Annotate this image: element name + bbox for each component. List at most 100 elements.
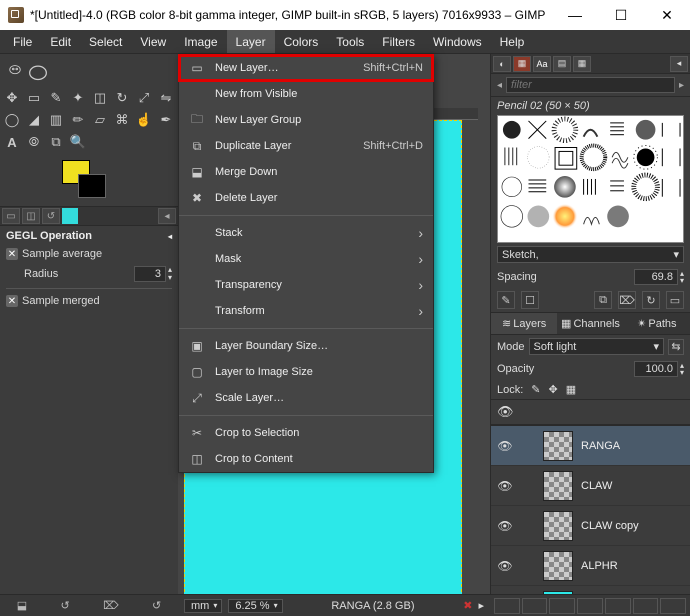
layer-up-button[interactable]: [549, 598, 575, 614]
menu-new-from-visible[interactable]: New from Visible: [179, 81, 433, 107]
measure-tool[interactable]: ⧉: [46, 132, 66, 152]
menu-stack[interactable]: Stack›: [179, 220, 433, 246]
cancel-icon[interactable]: ✖: [463, 599, 472, 612]
open-as-image-button[interactable]: ▭: [666, 291, 684, 309]
pencil-tool[interactable]: ✏: [68, 110, 88, 130]
menu-windows[interactable]: Windows: [424, 30, 491, 53]
refresh-brush-button[interactable]: ↻: [642, 291, 660, 309]
mode-switch-button[interactable]: ⇆: [668, 339, 684, 355]
menu-crop-content[interactable]: ◫Crop to Content: [179, 446, 433, 472]
crop-tool[interactable]: ◫: [90, 88, 110, 108]
lock-alpha-icon[interactable]: ▦: [566, 383, 576, 396]
sample-average-row[interactable]: ✕ Sample average: [6, 248, 172, 260]
menu-transform[interactable]: Transform›: [179, 298, 433, 324]
eye-icon[interactable]: 👁: [497, 559, 513, 573]
menu-mask[interactable]: Mask›: [179, 246, 433, 272]
eye-icon[interactable]: 👁: [497, 439, 513, 453]
menu-image[interactable]: Image: [175, 30, 226, 53]
layer-group-button[interactable]: [522, 598, 548, 614]
smudge-tool[interactable]: ☝: [134, 110, 154, 130]
menu-merge-down[interactable]: ⬓ Merge Down: [179, 159, 433, 185]
opacity-input[interactable]: 100.0: [634, 361, 678, 377]
menu-to-image-size[interactable]: ▢Layer to Image Size: [179, 359, 433, 385]
close-button[interactable]: ✕: [644, 0, 690, 30]
menu-boundary-size[interactable]: ▣Layer Boundary Size…: [179, 333, 433, 359]
panel-menu-button[interactable]: ◂: [168, 232, 172, 241]
lock-position-icon[interactable]: ✥: [549, 383, 558, 396]
menu-edit[interactable]: Edit: [41, 30, 80, 53]
edit-brush-button[interactable]: ✎: [497, 291, 515, 309]
menu-select[interactable]: Select: [80, 30, 131, 53]
gradient-tool[interactable]: ▥: [46, 110, 66, 130]
color-swatches[interactable]: [0, 156, 178, 206]
layer-row[interactable]: 👁 RANGA: [491, 426, 690, 466]
ellipse-tool[interactable]: ◯: [2, 110, 22, 130]
brushes-menu-button[interactable]: ◂: [670, 56, 688, 72]
layer-down-button[interactable]: [577, 598, 603, 614]
layers-tab[interactable]: ≋Layers: [491, 313, 557, 334]
bucket-tool[interactable]: ◢: [24, 110, 44, 130]
menu-help[interactable]: Help: [491, 30, 534, 53]
sample-merged-row[interactable]: ✕ Sample merged: [6, 295, 172, 307]
save-icon[interactable]: ⬓: [17, 599, 27, 612]
layer-row[interactable]: 👁 CLAW copy: [491, 506, 690, 546]
menu-filters[interactable]: Filters: [373, 30, 424, 53]
menu-transparency[interactable]: Transparency›: [179, 272, 433, 298]
radius-input[interactable]: 3: [134, 266, 166, 282]
brushes-tab[interactable]: ◐: [493, 56, 511, 72]
flip-tool[interactable]: ⇋: [156, 88, 176, 108]
filter-more-button[interactable]: ▸: [679, 80, 684, 91]
layer-row[interactable]: 👁 ALPHR: [491, 546, 690, 586]
rotate-tool[interactable]: ↻: [112, 88, 132, 108]
move-tool[interactable]: ✥: [2, 88, 22, 108]
undo-history-tab[interactable]: ↺: [42, 208, 60, 224]
mode-select[interactable]: Soft light▾: [529, 338, 664, 355]
menu-new-layer[interactable]: ▭ New Layer… Shift+Ctrl+N: [179, 55, 433, 81]
filter-clear-button[interactable]: ◂: [497, 80, 502, 91]
close-icon[interactable]: ✕: [6, 248, 18, 260]
menu-tools[interactable]: Tools: [327, 30, 373, 53]
layer-dup-button[interactable]: [605, 598, 631, 614]
eraser-tool[interactable]: ▱: [90, 110, 110, 130]
layer-row[interactable]: 👁 CLAW: [491, 466, 690, 506]
layer-new-button[interactable]: [494, 598, 520, 614]
tool-options-tab[interactable]: ▭: [2, 208, 20, 224]
delete-brush-button[interactable]: ⌦: [618, 291, 636, 309]
zoom-select[interactable]: 6.25 %▾: [228, 599, 282, 613]
palettes-tab[interactable]: ▦: [573, 56, 591, 72]
rect-select-tool[interactable]: ▭: [24, 88, 44, 108]
spacing-spinner[interactable]: ▴▾: [680, 270, 684, 284]
layer-anchor-button[interactable]: [633, 598, 659, 614]
gradients-tab[interactable]: ▤: [553, 56, 571, 72]
radius-spinner[interactable]: ▴▾: [168, 266, 172, 282]
menu-duplicate-layer[interactable]: ⧉ Duplicate Layer Shift+Ctrl+D: [179, 133, 433, 159]
device-status-tab[interactable]: ◫: [22, 208, 40, 224]
menu-delete-layer[interactable]: ✖ Delete Layer: [179, 185, 433, 211]
menu-crop-selection[interactable]: ✂Crop to Selection: [179, 420, 433, 446]
text-tool[interactable]: A: [2, 132, 22, 152]
brush-filter-input[interactable]: [506, 77, 675, 93]
delete-icon[interactable]: ⌦: [103, 599, 119, 612]
nav-button[interactable]: ▸: [478, 599, 484, 612]
opacity-spinner[interactable]: ▴▾: [680, 362, 684, 376]
paths-tab[interactable]: ✴Paths: [624, 313, 690, 334]
menu-view[interactable]: View: [131, 30, 175, 53]
lock-pixels-icon[interactable]: ✎: [531, 383, 540, 396]
scale-tool[interactable]: ⤢: [134, 88, 154, 108]
free-select-tool[interactable]: ✎: [46, 88, 66, 108]
close-icon[interactable]: ✕: [6, 295, 18, 307]
eye-icon[interactable]: 👁: [497, 519, 513, 533]
images-tab[interactable]: [62, 208, 78, 224]
new-brush-button[interactable]: ☐: [521, 291, 539, 309]
duplicate-brush-button[interactable]: ⧉: [594, 291, 612, 309]
dock-menu-button[interactable]: ◂: [158, 208, 176, 224]
brush-grid[interactable]: [497, 115, 684, 243]
fonts-tab[interactable]: Aa: [533, 56, 551, 72]
minimize-button[interactable]: —: [552, 0, 598, 30]
menu-file[interactable]: File: [4, 30, 41, 53]
background-color[interactable]: [78, 174, 106, 198]
reset-icon[interactable]: ↺: [152, 599, 161, 612]
patterns-tab[interactable]: ▦: [513, 56, 531, 72]
path-tool[interactable]: ✒: [156, 110, 176, 130]
brush-preset-select[interactable]: Sketch,▾: [497, 246, 684, 263]
